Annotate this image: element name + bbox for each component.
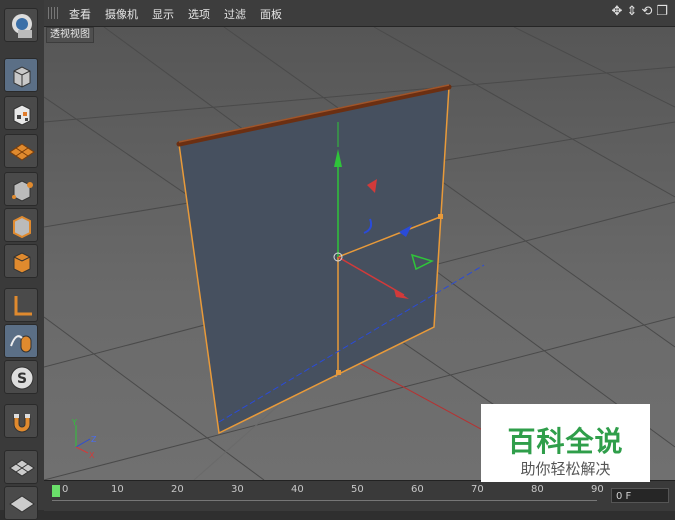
move-view-icon[interactable]: ✥: [609, 4, 625, 20]
mini-axis-z-label: Z: [91, 435, 97, 444]
mini-axis-x-label: X: [89, 451, 95, 460]
menu-view[interactable]: 查看: [69, 6, 91, 22]
watermark-logo: 百科全说 助你轻松解决: [481, 404, 650, 482]
polygon-mode-icon[interactable]: [4, 244, 38, 278]
edges-mode-icon[interactable]: [4, 208, 38, 242]
tick-label: 20: [171, 484, 184, 495]
workplane-icon[interactable]: [4, 450, 38, 484]
mini-axis-y-label: Y: [71, 418, 77, 427]
timeline[interactable]: 0 10 20 30 40 50 60 70 80 90 0 F: [44, 480, 675, 511]
tick-label: 50: [351, 484, 364, 495]
tick-label: 10: [111, 484, 124, 495]
menu-panel[interactable]: 面板: [260, 6, 282, 22]
tick-label: 90: [591, 484, 604, 495]
menu-display[interactable]: 显示: [152, 6, 174, 22]
workplane-lock-icon[interactable]: [4, 486, 38, 520]
menu-camera[interactable]: 摄像机: [105, 6, 138, 22]
tick-label: 80: [531, 484, 544, 495]
viewport-nav: ✥ ⇕ ⟲ ❐: [609, 4, 671, 22]
current-frame-field[interactable]: 0 F: [611, 488, 669, 503]
tick-label: 60: [411, 484, 424, 495]
tick-label: 40: [291, 484, 304, 495]
left-toolbar: S: [0, 0, 45, 520]
watermark-subtitle: 助你轻松解决: [520, 460, 611, 478]
viewport-menubar: 查看 摄像机 显示 选项 过滤 面板 ✥ ⇕ ⟲ ❐: [44, 0, 675, 27]
viewport-label: 透视视图: [46, 27, 94, 43]
menu-options[interactable]: 选项: [188, 6, 210, 22]
zoom-view-icon[interactable]: ⇕: [624, 4, 640, 20]
tick-label: 70: [471, 484, 484, 495]
watermark-title: 百科全说: [507, 425, 624, 458]
timeline-playhead[interactable]: [52, 485, 60, 497]
texture-icon[interactable]: [4, 134, 38, 168]
points-mode-icon[interactable]: [4, 172, 38, 206]
render-view-icon[interactable]: [4, 8, 38, 42]
svg-text:S: S: [17, 371, 27, 387]
axis-icon[interactable]: [4, 288, 38, 322]
checker-cube-icon[interactable]: [4, 96, 38, 130]
tick-label: 0: [62, 484, 69, 495]
menubar-grip[interactable]: [48, 7, 60, 19]
rotate-view-icon[interactable]: ⟲: [639, 4, 655, 20]
tick-label: 30: [231, 484, 244, 495]
mouse-tweak-icon[interactable]: [4, 324, 38, 358]
view-cube-icon[interactable]: [4, 58, 38, 92]
magnet-icon[interactable]: [4, 404, 38, 438]
menu-filter[interactable]: 过滤: [224, 6, 246, 22]
maximize-view-icon[interactable]: ❐: [654, 4, 670, 20]
selected-plane: [178, 86, 450, 435]
snap-icon[interactable]: S: [4, 360, 38, 394]
